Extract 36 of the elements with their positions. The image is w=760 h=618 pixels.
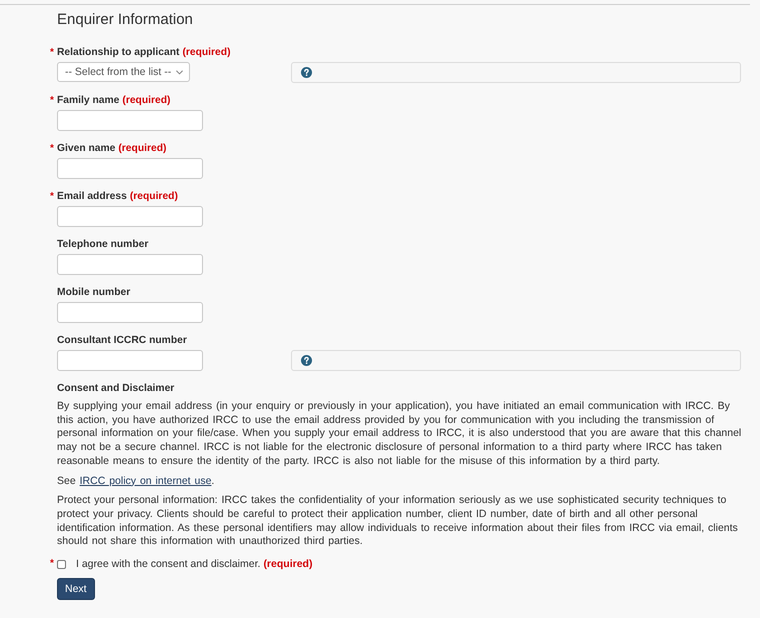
field-label: Telephone number	[57, 239, 148, 250]
required-asterisk: *	[50, 142, 55, 156]
input-field[interactable]	[57, 158, 203, 179]
input-field[interactable]	[57, 350, 203, 371]
caret-icon	[176, 70, 183, 74]
section-title: Enquirer Information	[57, 11, 194, 29]
field-label: Consultant ICCRC number	[57, 335, 187, 346]
checkbox[interactable]	[57, 560, 66, 569]
field-label: Mobile number	[57, 287, 130, 298]
required-note: (required)	[118, 143, 166, 154]
consent-heading: Consent and Disclaimer	[57, 382, 176, 396]
policy-link[interactable]: IRCC policy on internet use	[80, 474, 212, 487]
field-label: Family name	[57, 95, 120, 106]
input-field[interactable]	[57, 302, 203, 323]
required-note: (required)	[122, 95, 170, 106]
help-icon[interactable]	[301, 67, 312, 78]
required-note: (required)	[263, 557, 312, 572]
help-icon[interactable]	[301, 355, 312, 366]
disclaimer-paragraph: Protect your personal information: IRCC takes the confidentiality of your information seriously as we use sophisticated security techniques to protect your privacy. Clients should be careful to protect their application number, client ID number, date of birth and all other personal identification information. As these personal identifiers may allow individuals to receive information about their files from IRCC via email, clients should not share this information with unauthorized third parties.	[57, 494, 739, 550]
required-asterisk: *	[50, 46, 55, 60]
disclaimer-paragraph: By supplying your email address (in your enquiry or previously in your application), you have initiated an email communication with IRCC. By this action, you have authorized IRCC to use the email address provided by you for communication with you including the transmission of personal information on your file/case. When you supply your email address to IRCC, it is also understood that you are aware that this channel may not be a secure channel. IRCC is not liable for the electronic disclosure of personal information to a third party where IRCC has taken reasonable means to ensure the identity of the party. IRCC is also not liable for the misuse of this information by a third party.	[57, 400, 742, 469]
input-field[interactable]	[57, 110, 203, 131]
input-field[interactable]	[57, 206, 203, 227]
field-label: Email address	[57, 191, 127, 202]
field-label: Given name	[57, 143, 116, 154]
required-note: (required)	[182, 47, 230, 58]
policy-sentence: See IRCC policy on internet use.	[57, 474, 216, 488]
agree-label: I agree with the consent and disclaimer.	[76, 557, 260, 572]
field-label: Relationship to applicant	[57, 47, 180, 58]
input-field[interactable]	[57, 254, 203, 275]
dropdown[interactable]: -- Select from the list --	[57, 62, 190, 82]
required-asterisk: *	[50, 190, 55, 204]
required-asterisk: *	[50, 557, 55, 572]
required-note: (required)	[130, 191, 178, 202]
required-asterisk: *	[50, 94, 55, 108]
next-button[interactable]: Next	[57, 578, 95, 600]
